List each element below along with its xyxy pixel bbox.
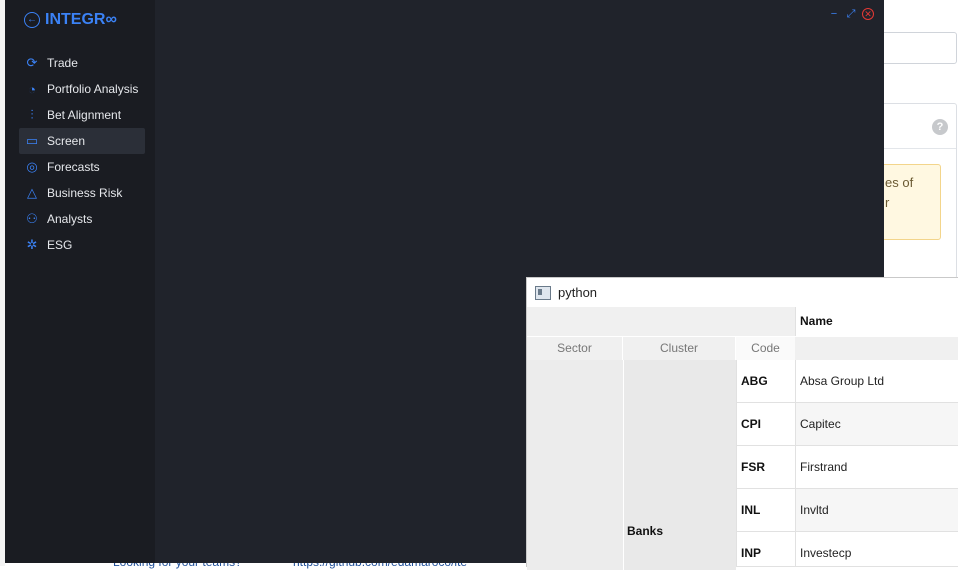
table-row-code[interactable]: FSR xyxy=(736,446,795,489)
background-card: ? es of r xyxy=(880,103,957,279)
brand-name: INTEGR∞ xyxy=(45,11,117,28)
sidebar-item-label: Screen xyxy=(47,134,86,148)
warning-line-2: r xyxy=(885,195,890,210)
column-header-cluster[interactable]: Cluster xyxy=(623,337,736,360)
window-controls: − ⤢ ✕ xyxy=(828,8,874,20)
python-window: python Name Sector Cluster Code Banks AB… xyxy=(526,277,958,570)
column-header-name[interactable]: Name xyxy=(795,307,958,336)
header-spacer xyxy=(527,307,795,336)
table-row-name[interactable]: Absa Group Ltd xyxy=(795,360,958,403)
window-app-icon xyxy=(535,285,551,300)
sidebar-item-screen[interactable]: ▭ Screen xyxy=(19,128,145,154)
help-icon[interactable]: ? xyxy=(932,119,948,135)
warning-icon: △ xyxy=(27,185,37,200)
minimize-icon[interactable]: − xyxy=(828,8,840,20)
monitor-icon: ▭ xyxy=(25,133,39,148)
users-icon: ⚇ xyxy=(26,211,38,226)
table-row-code[interactable]: INL xyxy=(736,489,795,532)
column-header-code[interactable]: Code xyxy=(736,337,795,360)
column-header-sector[interactable]: Sector xyxy=(527,337,623,360)
cluster-cell: Banks xyxy=(623,360,736,570)
warning-message: es of r xyxy=(881,164,941,240)
sidebar-item-label: Business Risk xyxy=(47,186,123,200)
sidebar-item-label: Trade xyxy=(47,56,78,70)
sidebar: ← INTEGR∞ ⟳ Trade ◔ Portfolio Analysis ⫶… xyxy=(5,0,155,563)
back-arrow-icon[interactable]: ← xyxy=(24,12,40,28)
expand-icon[interactable]: ⤢ xyxy=(845,8,857,20)
pie-chart-icon: ◔ xyxy=(28,81,36,97)
table-row-code[interactable]: CPI xyxy=(736,403,795,446)
sector-cell xyxy=(527,360,623,570)
sidebar-item-trade[interactable]: ⟳ Trade xyxy=(19,50,145,76)
sidebar-item-esg[interactable]: ✲ ESG xyxy=(19,232,145,258)
sidebar-item-analysts[interactable]: ⚇ Analysts xyxy=(19,206,145,232)
target-icon: ◎ xyxy=(26,159,38,174)
sidebar-item-label: Analysts xyxy=(47,212,93,226)
table-row-name[interactable]: Firstrand xyxy=(795,446,958,489)
brand-logo[interactable]: ← INTEGR∞ xyxy=(24,11,117,29)
sidebar-item-bet-alignment[interactable]: ⫶ Bet Alignment xyxy=(19,102,145,128)
cluster-label: Banks xyxy=(627,524,664,538)
background-input-field[interactable] xyxy=(880,32,957,64)
sidebar-item-forecasts[interactable]: ◎ Forecasts xyxy=(19,154,145,180)
sidebar-nav: ⟳ Trade ◔ Portfolio Analysis ⫶ Bet Align… xyxy=(19,50,145,258)
sliders-icon: ⫶ xyxy=(30,107,34,122)
column-header-name-filter xyxy=(795,337,958,360)
sidebar-item-label: ESG xyxy=(47,238,73,252)
sidebar-item-portfolio-analysis[interactable]: ◔ Portfolio Analysis xyxy=(19,76,145,102)
table-row-name[interactable]: Invltd xyxy=(795,489,958,532)
table-row-code[interactable]: ABG xyxy=(736,360,795,403)
sidebar-item-label: Portfolio Analysis xyxy=(47,82,139,96)
background-card-header: ? xyxy=(881,104,956,149)
sidebar-item-label: Bet Alignment xyxy=(47,108,122,122)
sidebar-item-business-risk[interactable]: △ Business Risk xyxy=(19,180,145,206)
warning-line-1: es of xyxy=(885,175,914,190)
close-icon[interactable]: ✕ xyxy=(862,8,874,20)
table-row-name[interactable]: Investecp xyxy=(795,532,958,567)
table-row-code[interactable]: INP xyxy=(736,532,795,567)
esg-icon: ✲ xyxy=(26,237,38,252)
python-titlebar[interactable]: python xyxy=(527,278,958,307)
table-row-name[interactable]: Capitec xyxy=(795,403,958,446)
window-title: python xyxy=(558,285,598,300)
sidebar-item-label: Forecasts xyxy=(47,160,100,174)
refresh-icon: ⟳ xyxy=(26,55,38,70)
